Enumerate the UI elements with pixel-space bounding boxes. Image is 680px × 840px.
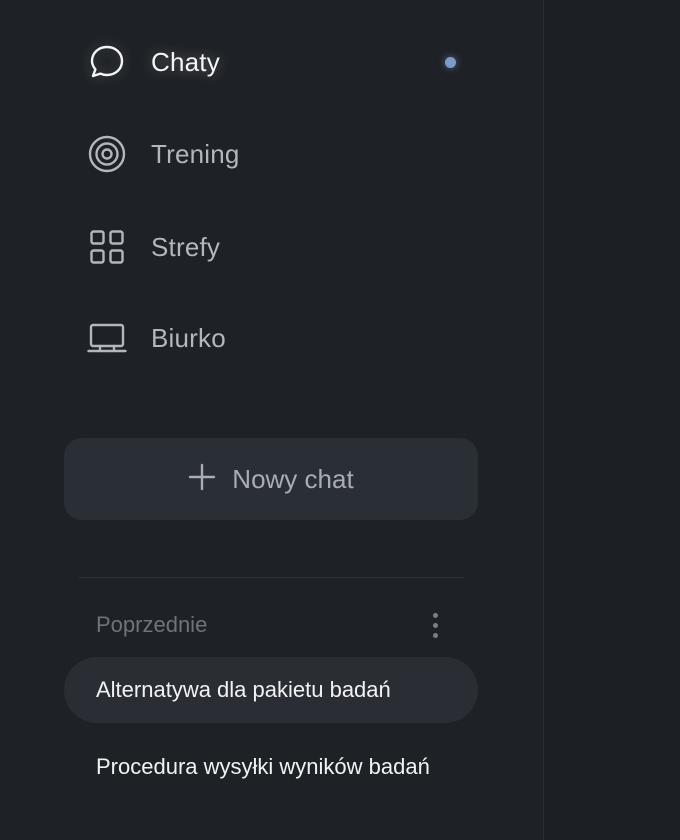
main-panel: [544, 0, 680, 840]
grid-icon: [86, 226, 128, 268]
plus-icon: [188, 463, 216, 496]
target-icon: [86, 133, 128, 175]
nav-item-chats[interactable]: Chaty: [86, 40, 486, 84]
history-section-title: Poprzednie: [96, 612, 208, 637]
nav-label-zones: Strefy: [151, 231, 221, 262]
sidebar: Chaty Trening Strefy Biurko Nowy chat Po…: [0, 0, 543, 840]
app-window: Chaty Trening Strefy Biurko Nowy chat Po…: [0, 0, 680, 840]
nav-label-desk: Biurko: [151, 322, 226, 353]
history-item-label: Alternatywa dla pakietu badań: [96, 677, 391, 702]
history-item[interactable]: Alternatywa dla pakietu badań: [64, 657, 478, 723]
nav-item-training[interactable]: Trening: [86, 132, 486, 176]
section-divider: [78, 577, 464, 578]
nav-label-training: Trening: [151, 138, 240, 169]
chat-bubble-icon: [86, 41, 128, 83]
unread-indicator-dot: [445, 57, 456, 68]
new-chat-button[interactable]: Nowy chat: [64, 438, 478, 520]
nav-item-desk[interactable]: Biurko: [86, 316, 486, 360]
history-item[interactable]: Procedura wysyłki wyników badań: [64, 734, 478, 800]
more-vertical-icon[interactable]: [424, 606, 446, 644]
new-chat-label: Nowy chat: [232, 463, 354, 494]
nav-item-zones[interactable]: Strefy: [86, 225, 486, 269]
laptop-icon: [86, 317, 128, 359]
history-item-label: Procedura wysyłki wyników badań: [96, 754, 430, 779]
nav-label-chats: Chaty: [151, 46, 220, 77]
